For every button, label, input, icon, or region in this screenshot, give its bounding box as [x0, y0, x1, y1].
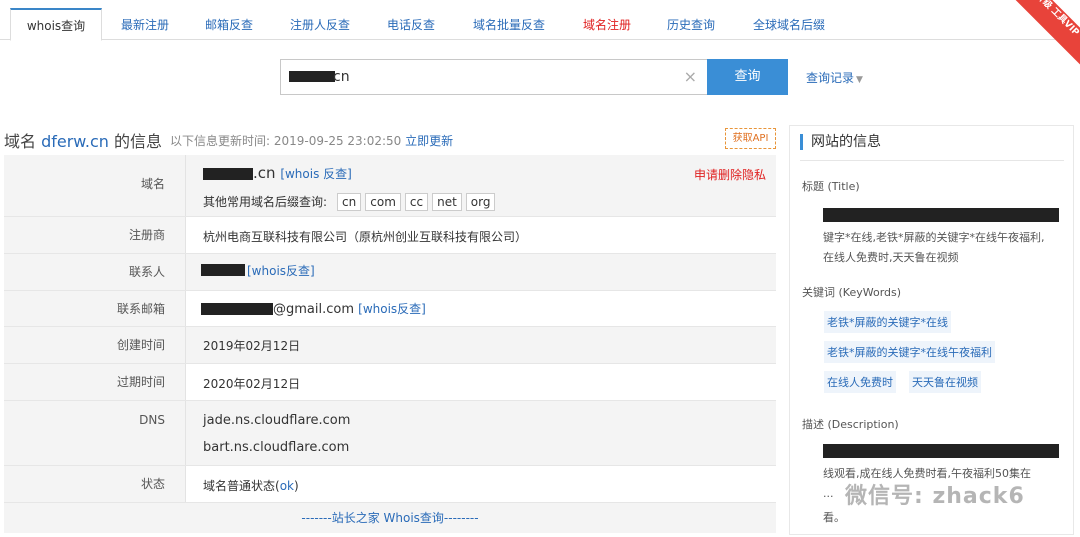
redaction-bar: [201, 264, 245, 276]
dns-value-2: bart.ns.cloudflare.com: [203, 440, 350, 455]
expires-value: 2020年02月12日: [203, 377, 301, 391]
update-info: 以下信息更新时间: 2019-09-25 23:02:50 立即更新: [170, 132, 453, 149]
status-suffix: ): [293, 479, 299, 493]
tab-phone-reverse[interactable]: 电话反查: [376, 10, 446, 40]
table-row: 过期时间 2020年02月12日: [4, 364, 776, 401]
tab-whois[interactable]: whois查询: [10, 8, 102, 41]
refresh-link[interactable]: 立即更新: [405, 134, 453, 148]
query-history-dropdown[interactable]: 查询记录 ▼: [806, 69, 863, 86]
email-whois-link[interactable]: [whois反查]: [358, 302, 426, 316]
domain-value: .cn [whois 反查]: [253, 164, 352, 182]
search-value-suffix: cn: [333, 69, 350, 85]
row-label: 状态: [4, 466, 186, 502]
panel-title: 网站的信息: [800, 134, 881, 150]
tab-history[interactable]: 历史查询: [656, 10, 726, 40]
table-row: 创建时间 2019年02月12日: [4, 327, 776, 364]
row-label: 联系邮箱: [4, 291, 186, 326]
redaction-bar: [289, 71, 335, 82]
nav-tabs: whois查询 最新注册 邮箱反查 注册人反查 电话反查 域名批量反查 域名注册…: [0, 0, 1080, 41]
table-row: 注册商 杭州电商互联科技有限公司（原杭州创业互联科技有限公司）: [4, 217, 776, 254]
tld-org[interactable]: org: [465, 193, 496, 211]
delete-privacy-link[interactable]: 申请删除隐私: [694, 166, 766, 183]
registrar-value: 杭州电商互联科技有限公司（原杭州创业互联科技有限公司）: [203, 230, 528, 244]
tld-cc[interactable]: cc: [404, 193, 429, 211]
redaction-bar: [823, 208, 1059, 222]
row-label: 注册商: [4, 217, 186, 253]
tab-latest-registrations[interactable]: 最新注册: [110, 10, 180, 40]
row-label: 过期时间: [4, 364, 186, 400]
title-suffix: 的信息: [108, 132, 163, 151]
table-row: DNS jade.ns.cloudflare.com bart.ns.cloud…: [4, 401, 776, 466]
tab-email-reverse[interactable]: 邮箱反查: [194, 10, 264, 40]
title-domain: dferw.cn: [41, 132, 109, 151]
row-label: DNS: [4, 401, 186, 465]
search-input[interactable]: cn ×: [280, 59, 708, 95]
row-label: 创建时间: [4, 327, 186, 363]
email-suffix: @gmail.com: [273, 302, 355, 317]
status-ok-link[interactable]: ok: [280, 479, 294, 493]
redaction-bar: [823, 444, 1059, 458]
table-row: 联系邮箱 @gmail.com [whois反查]: [4, 291, 776, 327]
whois-footer-link[interactable]: -------站长之家 Whois查询--------: [4, 503, 776, 533]
page-title: 域名 dferw.cn 的信息: [4, 128, 162, 152]
divider: [800, 160, 1064, 161]
tab-global-suffixes[interactable]: 全球域名后缀: [742, 10, 836, 40]
other-suffixes: 其他常用域名后缀查询: cn com cc net org: [203, 193, 499, 211]
contact-value: [whois反查]: [247, 262, 315, 279]
keyword-chip[interactable]: 在线人免费时: [824, 371, 896, 393]
get-api-button[interactable]: 获取API: [725, 128, 776, 149]
row-label: 联系人: [4, 254, 186, 290]
table-row: 联系人 [whois反查]: [4, 254, 776, 291]
title-text-1: 键字*在线,老铁*屏蔽的关键字*在线午夜福利,: [823, 231, 1045, 244]
tab-domain-register[interactable]: 域名注册: [572, 10, 642, 40]
status-value: 域名普通状态(ok): [203, 477, 299, 494]
email-value: @gmail.com [whois反查]: [273, 300, 426, 317]
update-time-label: 以下信息更新时间: 2019-09-25 23:02:50: [170, 134, 406, 148]
status-prefix: 域名普通状态(: [203, 479, 280, 493]
title-prefix: 域名: [4, 132, 42, 151]
keyword-chip[interactable]: 天天鲁在视频: [909, 371, 981, 393]
row-label: 域名: [4, 155, 186, 216]
chevron-down-icon: ▼: [856, 75, 863, 85]
dns-value-1: jade.ns.cloudflare.com: [203, 413, 351, 428]
redaction-bar: [201, 303, 273, 315]
tld-com[interactable]: com: [365, 193, 401, 211]
table-row: 域名 .cn [whois 反查] 其他常用域名后缀查询: cn com cc net o…: [4, 155, 776, 217]
tab-registrant-reverse[interactable]: 注册人反查: [280, 10, 360, 40]
description-text-3: 看。: [823, 511, 845, 524]
title-label: 标题 (Title): [802, 180, 860, 193]
tab-batch-reverse[interactable]: 域名批量反查: [462, 10, 556, 40]
keyword-chip[interactable]: 老铁*屏蔽的关键字*在线午夜福利: [824, 341, 995, 363]
description-label: 描述 (Description): [802, 418, 899, 431]
query-history-label: 查询记录: [806, 71, 855, 85]
created-value: 2019年02月12日: [203, 339, 301, 353]
title-text-2: 在线人免费时,天天鲁在视频: [823, 251, 959, 264]
other-suffixes-label: 其他常用域名后缀查询:: [203, 195, 328, 209]
domain-suffix: .cn: [253, 164, 276, 182]
contact-whois-link[interactable]: [whois反查]: [247, 264, 315, 278]
redaction-bar: [203, 168, 253, 180]
keyword-chip[interactable]: 老铁*屏蔽的关键字*在线: [824, 311, 951, 333]
tld-net[interactable]: net: [432, 193, 462, 211]
keywords-label: 关键词 (KeyWords): [802, 286, 902, 299]
tld-cn[interactable]: cn: [337, 193, 362, 211]
site-info-panel: 网站的信息 标题 (Title) 键字*在线,老铁*屏蔽的关键字*在线午夜福利,…: [789, 125, 1074, 535]
close-icon[interactable]: ×: [684, 67, 697, 86]
search-button[interactable]: 查询: [707, 59, 788, 95]
watermark: 微信号: zhack6: [845, 484, 1025, 509]
whois-reverse-link[interactable]: [whois 反查]: [280, 167, 352, 181]
table-row: 状态 域名普通状态(ok): [4, 466, 776, 503]
